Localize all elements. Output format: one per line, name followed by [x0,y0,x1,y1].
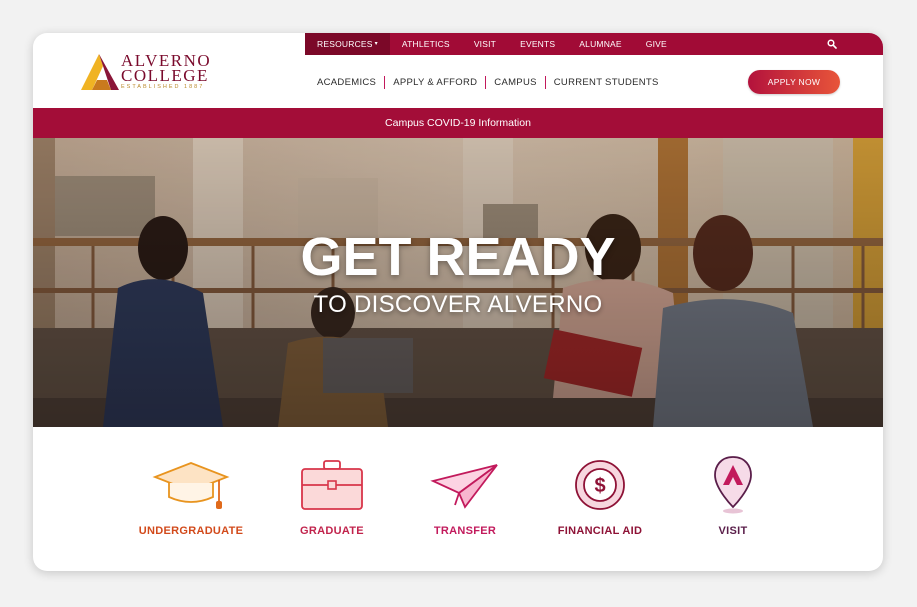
quick-link-financial-aid[interactable]: $ FINANCIAL AID [535,455,665,537]
quick-link-visit[interactable]: VISIT [668,455,798,537]
quick-link-label: TRANSFER [433,525,497,537]
browser-frame: RESOURCES ▾ ATHLETICS VISIT EVENTS ALUMNA… [33,33,883,571]
quick-link-label: FINANCIAL AID [557,525,643,537]
quick-link-undergraduate[interactable]: UNDERGRADUATE [126,455,256,537]
nav-campus[interactable]: CAMPUS [486,77,544,88]
search-icon[interactable] [827,39,837,49]
dollar-coin-icon: $ [575,460,625,510]
quick-link-graduate[interactable]: GRADUATE [267,455,397,537]
util-nav-visit[interactable]: VISIT [462,33,508,55]
nav-academics[interactable]: ACADEMICS [309,77,384,88]
util-nav-resources[interactable]: RESOURCES ▾ [305,33,390,55]
alverno-a-logo-icon [81,54,119,90]
logo-text-line2: COLLEGE [121,66,209,85]
quick-link-label: UNDERGRADUATE [138,525,244,537]
chevron-down-icon: ▾ [374,41,378,47]
college-logo[interactable]: ALVERNO COLLEGE ESTABLISHED 1887 [81,51,231,93]
nav-current-students[interactable]: CURRENT STUDENTS [546,77,667,88]
quick-link-label: GRADUATE [300,525,364,537]
nav-apply-afford[interactable]: APPLY & AFFORD [385,77,485,88]
svg-text:$: $ [594,475,605,497]
quick-link-label: VISIT [718,525,748,537]
quick-link-transfer[interactable]: TRANSFER [400,455,530,537]
util-nav-athletics[interactable]: ATHLETICS [390,33,462,55]
briefcase-icon [301,460,363,510]
hero-subtitle: TO DISCOVER ALVERNO [313,291,603,318]
util-nav-alumnae[interactable]: ALUMNAE [567,33,634,55]
main-nav: ACADEMICS APPLY & AFFORD CAMPUS CURRENT … [309,74,667,90]
covid-info-banner[interactable]: Campus COVID-19 Information [33,108,883,138]
utility-nav: RESOURCES ▾ ATHLETICS VISIT EVENTS ALUMNA… [305,33,883,55]
hero-section: GET READY TO DISCOVER ALVERNO [33,138,883,427]
map-pin-icon [714,456,752,514]
graduation-cap-icon [152,462,230,509]
hero-title: GET READY [300,227,616,287]
apply-now-button[interactable]: APPLY NOW [748,70,840,94]
util-nav-events[interactable]: EVENTS [508,33,567,55]
quick-links: UNDERGRADUATE GRADUATE TRANSFER $ FINANC… [33,427,883,571]
util-nav-label: RESOURCES [317,39,373,49]
paper-plane-icon [430,464,498,509]
util-nav-give[interactable]: GIVE [634,33,679,55]
logo-established: ESTABLISHED 1887 [121,84,205,90]
